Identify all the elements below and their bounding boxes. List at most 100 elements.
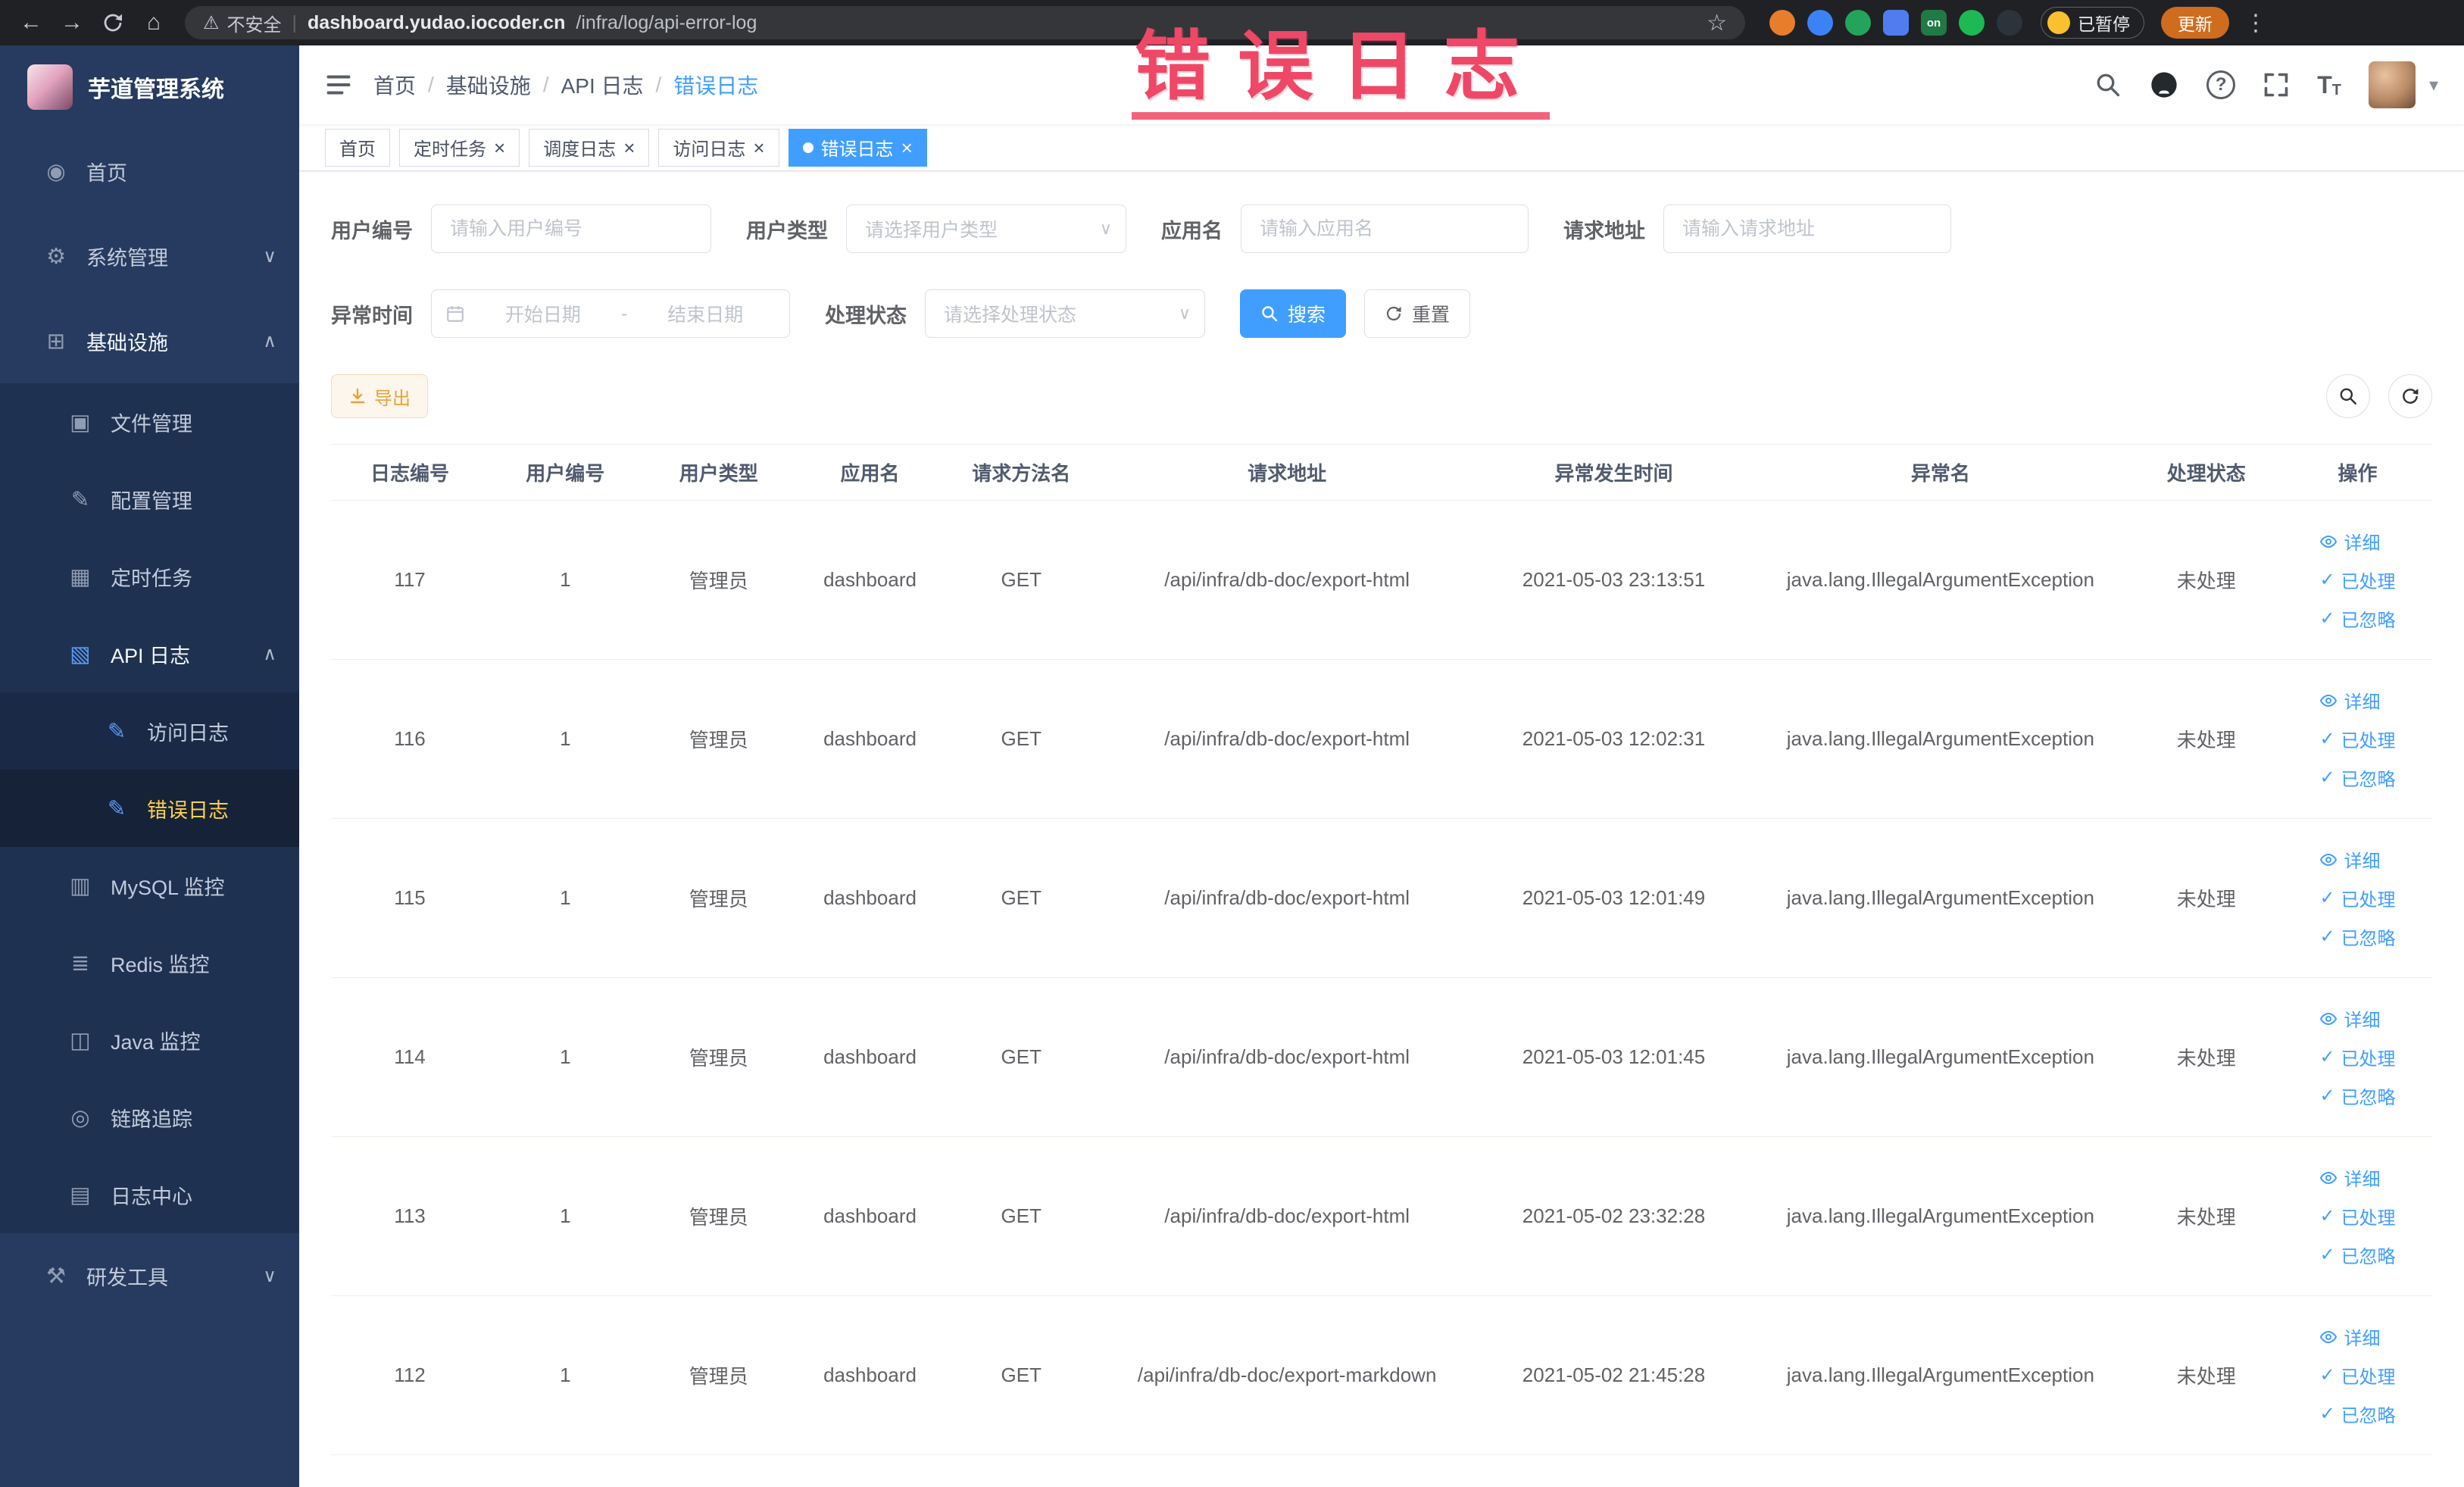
sidebar-item-config-management[interactable]: ✎ 配置管理 xyxy=(0,461,299,538)
export-button-label: 导出 xyxy=(374,388,411,409)
detail-link[interactable]: 详细 xyxy=(2319,687,2380,714)
sidebar-item-home[interactable]: ◉ 首页 xyxy=(0,129,299,214)
column-header-user-id: 用户编号 xyxy=(489,444,642,501)
extension-icon-on[interactable]: on xyxy=(1921,10,1947,36)
mark-processed-link[interactable]: ✓ 已处理 xyxy=(2319,1203,2395,1229)
mark-ignored-link[interactable]: ✓ 已忽略 xyxy=(2319,605,2395,632)
cell-exception-time: 2021-05-03 12:01:45 xyxy=(1476,977,1752,1137)
reset-button[interactable]: 重置 xyxy=(1364,289,1471,338)
cell-exception-name: java.lang.IllegalArgumentException xyxy=(1751,977,2130,1137)
refresh-button[interactable] xyxy=(2388,374,2432,418)
hamburger-icon[interactable] xyxy=(325,71,352,98)
close-icon[interactable]: × xyxy=(901,138,913,158)
extension-icon-6[interactable] xyxy=(1997,10,2022,36)
extension-icon-5[interactable] xyxy=(1959,10,1985,36)
tab-scheduler-log[interactable]: 调度日志 × xyxy=(529,128,650,167)
user-type-select[interactable]: 请选择用户类型 ∨ xyxy=(846,205,1126,253)
sidebar-item-trace[interactable]: ◎ 链路追踪 xyxy=(0,1079,299,1156)
sidebar-item-java-monitor[interactable]: ◫ Java 监控 xyxy=(0,1001,299,1079)
breadcrumb: 首页 / 基础设施 / API 日志 / 错误日志 xyxy=(373,70,758,100)
sidebar-item-mysql-monitor[interactable]: ▥ MySQL 监控 xyxy=(0,847,299,924)
app-logo[interactable]: 芋道管理系统 xyxy=(0,45,299,129)
sidebar-item-log-center[interactable]: ▤ 日志中心 xyxy=(0,1156,299,1233)
detail-link[interactable]: 详细 xyxy=(2319,528,2380,555)
mark-ignored-link[interactable]: ✓ 已忽略 xyxy=(2319,1242,2395,1268)
user-id-input[interactable] xyxy=(431,205,711,253)
end-date-placeholder[interactable]: 结束日期 xyxy=(635,300,776,327)
annotation-error-log: 错误日志 xyxy=(1132,29,1550,120)
tab-access-log[interactable]: 访问日志 × xyxy=(658,128,779,167)
mark-processed-link[interactable]: ✓ 已处理 xyxy=(2319,726,2395,752)
breadcrumb-item-infrastructure[interactable]: 基础设施 xyxy=(446,70,531,100)
extension-icon-4[interactable] xyxy=(1883,10,1909,36)
reload-icon[interactable] xyxy=(95,5,130,40)
filter-app-name: 应用名 xyxy=(1161,205,1529,253)
table-header-row: 日志编号 用户编号 用户类型 应用名 请求方法名 请求地址 异常发生时间 异常名… xyxy=(331,444,2432,501)
breadcrumb-item-api-logs[interactable]: API 日志 xyxy=(561,70,644,100)
fullscreen-icon[interactable] xyxy=(2263,71,2290,98)
logo-avatar xyxy=(27,64,73,110)
sidebar-item-access-log[interactable]: ✎ 访问日志 xyxy=(0,692,299,770)
mark-ignored-link[interactable]: ✓ 已忽略 xyxy=(2319,1401,2395,1427)
trace-icon: ◎ xyxy=(70,1105,90,1130)
toggle-search-button[interactable] xyxy=(2326,374,2370,418)
mark-processed-link[interactable]: ✓ 已处理 xyxy=(2319,1362,2395,1389)
request-url-input[interactable] xyxy=(1663,205,1951,253)
column-header-method: 请求方法名 xyxy=(945,444,1098,501)
sidebar-item-system[interactable]: ⚙ 系统管理 ∨ xyxy=(0,214,299,298)
sidebar-item-infrastructure[interactable]: ⊞ 基础设施 ∧ xyxy=(0,298,299,383)
process-status-select[interactable]: 请选择处理状态 ∨ xyxy=(925,289,1205,338)
chrome-menu-icon[interactable]: ⋮ xyxy=(2244,10,2267,36)
github-icon[interactable] xyxy=(2149,70,2179,100)
mark-ignored-link[interactable]: ✓ 已忽略 xyxy=(2319,764,2395,791)
sidebar-item-dev-tools[interactable]: ⚒ 研发工具 ∨ xyxy=(0,1233,299,1318)
mark-processed-link[interactable]: ✓ 已处理 xyxy=(2319,567,2395,593)
security-warning[interactable]: ⚠ 不安全 xyxy=(203,10,282,36)
sidebar-item-file-management[interactable]: ▣ 文件管理 xyxy=(0,383,299,461)
font-size-icon[interactable]: TT xyxy=(2317,71,2341,99)
font-size-small-letter: T xyxy=(2331,81,2341,98)
update-button[interactable]: 更新 xyxy=(2161,7,2229,39)
sidebar: 芋道管理系统 ◉ 首页 ⚙ 系统管理 ∨ ⊞ 基础设施 ∧ ▣ 文件管理 ✎ 配… xyxy=(0,45,299,1487)
close-icon[interactable]: × xyxy=(753,138,764,158)
back-icon[interactable]: ← xyxy=(14,5,48,40)
breadcrumb-item-home[interactable]: 首页 xyxy=(373,70,416,100)
search-button[interactable]: 搜索 xyxy=(1240,289,1347,338)
mark-processed-link[interactable]: ✓ 已处理 xyxy=(2319,885,2395,911)
sidebar-item-api-logs[interactable]: ▧ API 日志 ∧ xyxy=(0,615,299,692)
mark-processed-link[interactable]: ✓ 已处理 xyxy=(2319,1044,2395,1070)
paused-badge[interactable]: 已暂停 xyxy=(2041,7,2144,39)
start-date-placeholder[interactable]: 开始日期 xyxy=(473,300,614,327)
cell-method: GET xyxy=(945,977,1098,1137)
app-name-input[interactable] xyxy=(1241,205,1529,253)
sidebar-item-scheduled-tasks[interactable]: ▦ 定时任务 xyxy=(0,538,299,615)
avatar[interactable] xyxy=(2368,61,2416,108)
mark-ignored-link[interactable]: ✓ 已忽略 xyxy=(2319,923,2395,950)
tab-home[interactable]: 首页 xyxy=(325,128,390,167)
help-icon[interactable]: ? xyxy=(2206,70,2236,99)
forward-icon[interactable]: → xyxy=(55,5,89,40)
home-icon[interactable]: ⌂ xyxy=(136,5,171,40)
extension-icon-1[interactable] xyxy=(1769,10,1795,36)
row-actions: 详细 ✓ 已处理 ✓ 已忽略 xyxy=(2319,687,2395,791)
export-button[interactable]: 导出 xyxy=(331,374,428,418)
search-icon[interactable] xyxy=(2094,71,2122,98)
detail-link[interactable]: 详细 xyxy=(2319,1164,2380,1191)
tab-error-log[interactable]: 错误日志 × xyxy=(788,128,927,167)
detail-link[interactable]: 详细 xyxy=(2319,1323,2380,1350)
cell-user-id: 1 xyxy=(489,500,642,660)
detail-link[interactable]: 详细 xyxy=(2319,1005,2380,1032)
close-icon[interactable]: × xyxy=(494,138,505,158)
date-range-picker[interactable]: 开始日期 - 结束日期 xyxy=(431,289,790,338)
caret-down-icon[interactable]: ▾ xyxy=(2429,74,2438,96)
extension-icon-2[interactable] xyxy=(1807,10,1833,36)
sidebar-item-error-log[interactable]: ✎ 错误日志 xyxy=(0,770,299,847)
cell-exception-name: java.lang.IllegalArgumentException xyxy=(1751,818,2130,978)
tab-scheduled-tasks[interactable]: 定时任务 × xyxy=(399,128,520,167)
close-icon[interactable]: × xyxy=(623,138,635,158)
sidebar-item-redis-monitor[interactable]: ≣ Redis 监控 xyxy=(0,924,299,1001)
detail-link[interactable]: 详细 xyxy=(2319,846,2380,873)
bookmark-star-icon[interactable]: ☆ xyxy=(1707,10,1727,36)
extension-icon-3[interactable] xyxy=(1845,10,1871,36)
mark-ignored-link[interactable]: ✓ 已忽略 xyxy=(2319,1082,2395,1109)
